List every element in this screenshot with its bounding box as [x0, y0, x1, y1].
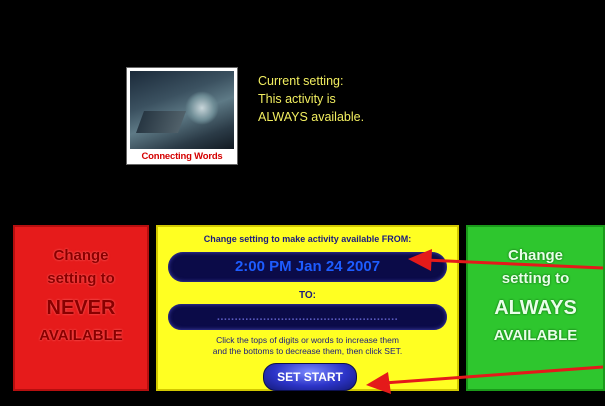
annotation-arrows	[366, 249, 604, 394]
arrow-to-set-start-button	[366, 365, 604, 394]
arrow-to-start-field	[408, 249, 604, 271]
